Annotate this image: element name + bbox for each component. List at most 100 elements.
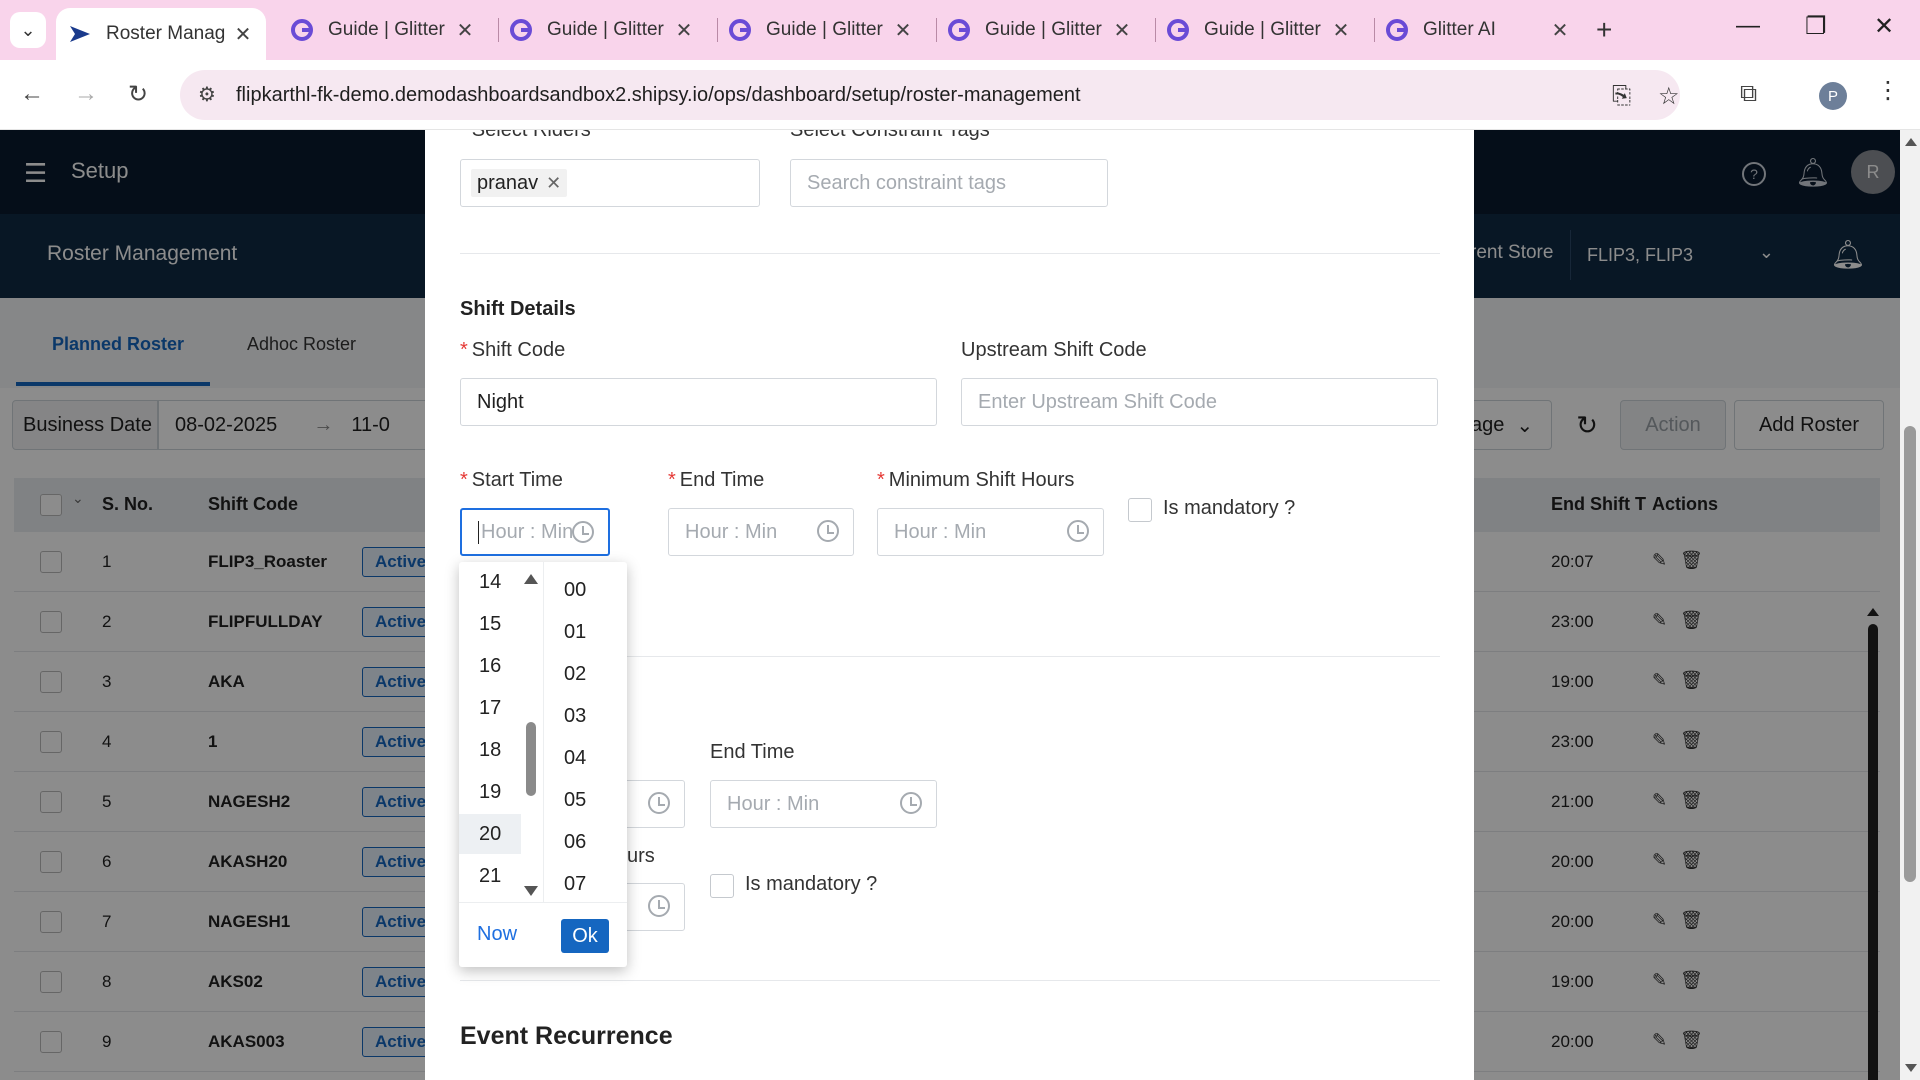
tab-close-icon[interactable]: ✕ [892, 18, 914, 43]
profile-avatar[interactable]: P [1819, 82, 1847, 110]
new-tab-plus-icon[interactable]: + [1596, 14, 1612, 46]
ok-button[interactable]: Ok [561, 919, 609, 953]
tab-close-icon[interactable]: ✕ [1549, 18, 1571, 43]
remove-tag-icon[interactable]: ✕ [546, 173, 561, 194]
hour-option[interactable]: 21 [459, 856, 521, 896]
minute-option[interactable]: 01 [544, 612, 627, 652]
hour-option[interactable]: 20 [459, 814, 521, 854]
is-mandatory-checkbox[interactable] [1128, 498, 1152, 522]
browser-tab-guide-4[interactable]: Guide | Glitter ✕ [935, 8, 1145, 52]
select-riders-label: * Select Riders [460, 130, 591, 141]
tab-label: Guide | Glitter [985, 19, 1102, 40]
shipsy-favicon-icon [70, 26, 90, 42]
glitter-favicon-icon [291, 19, 313, 41]
scroll-up-arrow-icon[interactable] [1905, 138, 1917, 146]
end-time-placeholder: Hour : Min [685, 520, 778, 543]
shift-code-label: * Shift Code [460, 339, 566, 361]
second-end-time-label: End Time [710, 741, 795, 763]
end-time-input[interactable]: Hour : Min [668, 508, 854, 556]
start-time-label: * Start Time [460, 469, 563, 491]
extensions-puzzle-icon[interactable]: ⧉ [1740, 80, 1757, 108]
bookmark-star-icon[interactable]: ☆ [1658, 82, 1680, 111]
clock-icon [648, 792, 670, 814]
address-bar[interactable]: ⚙ flipkarthl-fk-demo.demodashboardsandbo… [180, 70, 1680, 120]
minute-option[interactable]: 07 [544, 864, 627, 902]
start-time-input[interactable]: Hour : Min [460, 508, 610, 556]
upstream-shift-code-input[interactable]: Enter Upstream Shift Code [961, 378, 1438, 426]
scroll-up-arrow-icon[interactable] [524, 574, 538, 584]
minimum-shift-hours-input[interactable]: Hour : Min [877, 508, 1104, 556]
restore-icon[interactable]: ❐ [1805, 12, 1827, 41]
forward-arrow-icon[interactable]: → [74, 80, 98, 108]
hour-option[interactable]: 19 [459, 772, 521, 812]
shift-code-input[interactable]: Night [460, 378, 937, 426]
browser-tab-guide-3[interactable]: Guide | Glitter ✕ [716, 8, 926, 52]
clock-icon [817, 520, 839, 542]
upstream-shift-code-label: Upstream Shift Code [961, 339, 1147, 361]
minute-option[interactable]: 06 [544, 822, 627, 862]
hour-option[interactable]: 15 [459, 604, 521, 644]
hour-option[interactable]: 16 [459, 646, 521, 686]
time-picker-dropdown: 14 15 16 17 18 19 20 21 00 01 02 03 04 05 06 07 Now Ok [459, 562, 627, 967]
browser-tab-guide-5[interactable]: Guide | Glitter ✕ [1154, 8, 1364, 52]
browser-tab-glitter-ai[interactable]: Glitter AI ✕ [1373, 8, 1583, 52]
scroll-down-arrow-icon[interactable] [524, 886, 538, 896]
tab-label: Glitter AI [1423, 19, 1496, 40]
riders-select[interactable]: pranav ✕ [460, 159, 760, 207]
tab-close-icon[interactable]: ✕ [1111, 18, 1133, 43]
browser-toolbar: ← → ↻ ⚙ flipkarthl-fk-demo.demodashboard… [0, 60, 1920, 130]
browser-menu-icon[interactable]: ⋮ [1876, 76, 1900, 105]
hour-option[interactable]: 18 [459, 730, 521, 770]
clock-icon [648, 895, 670, 917]
tab-close-icon[interactable]: ✕ [673, 18, 695, 43]
constraint-tags-input[interactable]: Search constraint tags [790, 159, 1108, 207]
second-hours-label: urs [627, 845, 655, 867]
clock-icon [572, 521, 594, 543]
back-arrow-icon[interactable]: ← [20, 80, 44, 108]
close-window-icon[interactable]: ✕ [1874, 12, 1894, 41]
minute-option[interactable]: 04 [544, 738, 627, 778]
page-scrollbar[interactable] [1900, 130, 1920, 1080]
tab-close-icon[interactable]: ✕ [1330, 18, 1352, 43]
hours-scrollbar-thumb[interactable] [526, 722, 536, 796]
end-time-label: * End Time [668, 469, 765, 491]
hour-option[interactable]: 17 [459, 688, 521, 728]
second-end-time-placeholder: Hour : Min [727, 792, 820, 815]
browser-tab-roster[interactable]: Roster Manag ✕ [56, 8, 266, 60]
constraint-tags-label: Select Constraint Tags [790, 130, 990, 141]
browser-tab-guide-1[interactable]: Guide | Glitter ✕ [278, 8, 488, 52]
minute-option[interactable]: 02 [544, 654, 627, 694]
tab-label: Guide | Glitter [547, 19, 664, 40]
glitter-favicon-icon [1167, 19, 1189, 41]
minutes-column[interactable]: 00 01 02 03 04 05 06 07 [543, 562, 627, 902]
browser-tab-strip: ⌄ Roster Manag ✕ Guide | Glitter ✕ Guide… [0, 0, 1920, 60]
tab-close-icon[interactable]: ✕ [232, 22, 254, 47]
minute-option[interactable]: 03 [544, 696, 627, 736]
now-button[interactable]: Now [477, 923, 517, 946]
tab-label: Roster Manag [106, 23, 226, 44]
scroll-down-arrow-icon[interactable] [1905, 1064, 1917, 1072]
second-is-mandatory-checkbox[interactable] [710, 874, 734, 898]
glitter-favicon-icon [729, 19, 751, 41]
page-scrollbar-thumb[interactable] [1904, 426, 1916, 882]
glitter-favicon-icon [510, 19, 532, 41]
site-info-icon[interactable]: ⚙ [198, 82, 216, 107]
tab-label: Guide | Glitter [766, 19, 883, 40]
minimize-icon[interactable]: — [1736, 12, 1760, 40]
url-text: flipkarthl-fk-demo.demodashboardsandbox2… [236, 83, 1081, 106]
tab-search-chevron-icon[interactable]: ⌄ [10, 12, 46, 48]
reload-icon[interactable]: ↻ [128, 80, 148, 109]
is-mandatory-label: Is mandatory ? [1163, 497, 1296, 519]
hour-option[interactable]: 14 [459, 562, 521, 602]
picker-footer: Now Ok [459, 902, 627, 967]
rider-tag: pranav ✕ [471, 169, 568, 197]
divider [460, 980, 1440, 981]
browser-tab-guide-2[interactable]: Guide | Glitter ✕ [497, 8, 707, 52]
install-app-icon[interactable]: ⎘ [1612, 82, 1631, 110]
minute-option[interactable]: 05 [544, 780, 627, 820]
second-end-time-input[interactable]: Hour : Min [710, 780, 937, 828]
shift-details-heading: Shift Details [460, 298, 576, 320]
minute-option[interactable]: 00 [544, 570, 627, 610]
tab-close-icon[interactable]: ✕ [454, 18, 476, 43]
divider [460, 253, 1440, 254]
